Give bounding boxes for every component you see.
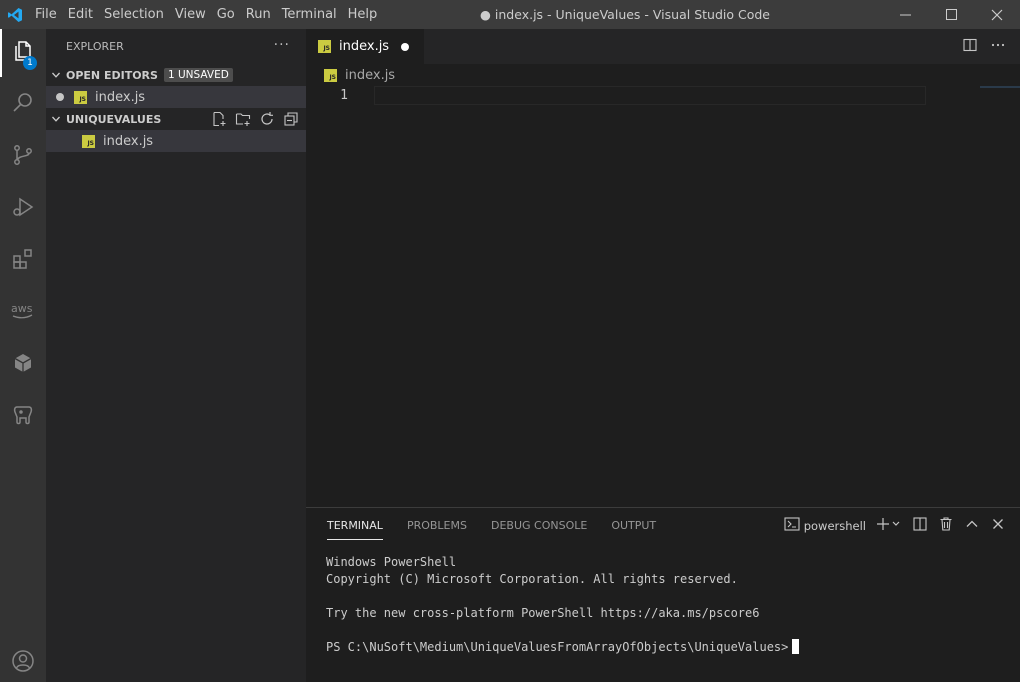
js-file-icon: JS bbox=[324, 68, 337, 82]
terminal-shell-selector[interactable]: powershell bbox=[784, 517, 866, 534]
open-editors-section[interactable]: OPEN EDITORS 1 UNSAVED bbox=[46, 64, 306, 86]
split-terminal-icon[interactable] bbox=[912, 516, 928, 535]
menu-terminal[interactable]: Terminal bbox=[277, 0, 342, 29]
folder-label: UNIQUEVALUES bbox=[66, 112, 162, 126]
accounts-activity-button[interactable] bbox=[0, 639, 46, 682]
explorer-badge: 1 bbox=[23, 56, 37, 70]
menu-run[interactable]: Run bbox=[241, 0, 276, 29]
source-control-activity-button[interactable] bbox=[0, 133, 46, 181]
refresh-icon[interactable] bbox=[258, 110, 276, 128]
menu-bar: File Edit Selection View Go Run Terminal… bbox=[30, 0, 383, 29]
postgres-elephant-icon bbox=[11, 403, 35, 431]
terminal-line: ​ bbox=[326, 588, 799, 605]
bottom-panel: TERMINAL PROBLEMS DEBUG CONSOLE OUTPUT p… bbox=[306, 507, 1020, 682]
terminal-icon bbox=[784, 517, 800, 534]
shell-name: powershell bbox=[803, 518, 866, 533]
new-folder-icon[interactable] bbox=[234, 110, 252, 128]
tab-label: index.js bbox=[339, 39, 390, 54]
cube-icon bbox=[11, 351, 35, 379]
search-icon bbox=[11, 91, 35, 119]
folder-file-item[interactable]: JS index.js bbox=[46, 130, 306, 152]
terminal-line: Try the new cross-platform PowerShell ht… bbox=[326, 606, 760, 620]
minimize-button[interactable] bbox=[882, 0, 928, 29]
menu-file[interactable]: File bbox=[30, 0, 62, 29]
close-window-button[interactable] bbox=[974, 0, 1020, 29]
new-file-icon[interactable] bbox=[210, 110, 228, 128]
aws-activity-button[interactable]: aws bbox=[0, 289, 46, 337]
terminal-prompt: PS C:\NuSoft\Medium\UniqueValuesFromArra… bbox=[326, 640, 789, 654]
menu-selection[interactable]: Selection bbox=[99, 0, 169, 29]
new-terminal-icon[interactable] bbox=[876, 516, 902, 535]
js-file-icon: JS bbox=[74, 90, 87, 104]
terminal-prompt-line: PS C:\NuSoft\Medium\UniqueValuesFromArra… bbox=[326, 639, 800, 656]
menu-help[interactable]: Help bbox=[343, 0, 383, 29]
more-actions-button[interactable]: ··· bbox=[274, 37, 290, 53]
open-editor-filename: index.js bbox=[95, 89, 146, 105]
run-debug-icon bbox=[11, 195, 35, 223]
tab-problems[interactable]: PROBLEMS bbox=[400, 508, 474, 543]
split-editor-icon[interactable] bbox=[962, 37, 978, 57]
explorer-header: EXPLORER ··· bbox=[46, 29, 306, 64]
breadcrumb-file[interactable]: index.js bbox=[345, 68, 395, 83]
extensions-activity-button[interactable] bbox=[0, 237, 46, 285]
panel-tabs: TERMINAL PROBLEMS DEBUG CONSOLE OUTPUT bbox=[320, 508, 673, 543]
trash-icon[interactable] bbox=[938, 516, 954, 535]
panel-actions: powershell bbox=[784, 508, 1006, 543]
terminal-line: Windows PowerShell bbox=[326, 555, 457, 569]
extensions-icon bbox=[11, 247, 35, 275]
database-activity-button[interactable] bbox=[0, 393, 46, 441]
explorer-sidebar: EXPLORER ··· OPEN EDITORS 1 UNSAVED JS i… bbox=[46, 29, 306, 682]
tab-index-js[interactable]: JS index.js bbox=[306, 29, 424, 64]
maximize-panel-icon[interactable] bbox=[964, 516, 980, 535]
editor-tab-bar: JS index.js bbox=[306, 29, 1020, 64]
collapse-all-icon[interactable] bbox=[282, 110, 300, 128]
terminal-line: Copyright (C) Microsoft Corporation. All… bbox=[326, 572, 738, 586]
account-icon bbox=[11, 649, 35, 677]
terminal-output[interactable]: Windows PowerShell Copyright (C) Microsof… bbox=[326, 554, 800, 656]
minimap-slider[interactable] bbox=[980, 86, 1020, 88]
unsaved-dot-icon[interactable] bbox=[401, 43, 409, 51]
code-editor[interactable]: 1 bbox=[306, 86, 1020, 507]
js-file-icon: JS bbox=[318, 40, 331, 53]
open-editors-label: OPEN EDITORS bbox=[66, 68, 158, 82]
tab-output[interactable]: OUTPUT bbox=[604, 508, 663, 543]
explorer-activity-button[interactable]: 1 bbox=[0, 29, 46, 77]
folder-filename: index.js bbox=[103, 133, 154, 149]
editor-actions bbox=[962, 29, 1006, 64]
menu-view[interactable]: View bbox=[170, 0, 211, 29]
run-debug-activity-button[interactable] bbox=[0, 185, 46, 233]
js-file-icon: JS bbox=[82, 134, 95, 148]
source-control-icon bbox=[11, 143, 35, 171]
line-number: 1 bbox=[340, 88, 348, 103]
folder-actions bbox=[210, 110, 300, 128]
maximize-button[interactable] bbox=[928, 0, 974, 29]
svg-text:aws: aws bbox=[11, 302, 33, 315]
unsaved-badge: 1 UNSAVED bbox=[163, 68, 233, 82]
breadcrumb: JS index.js bbox=[306, 64, 1020, 86]
vscode-logo-icon bbox=[0, 0, 30, 29]
search-activity-button[interactable] bbox=[0, 81, 46, 129]
menu-go[interactable]: Go bbox=[212, 0, 240, 29]
current-line-highlight bbox=[374, 86, 926, 105]
chevron-down-icon bbox=[46, 70, 66, 80]
terminal-cursor bbox=[792, 639, 800, 654]
chevron-down-icon bbox=[46, 114, 66, 124]
close-panel-icon[interactable] bbox=[990, 516, 1006, 535]
activity-bar: 1 aws bbox=[0, 29, 46, 682]
aws-icon: aws bbox=[10, 299, 36, 327]
tab-terminal[interactable]: TERMINAL bbox=[320, 508, 390, 543]
cube-activity-button[interactable] bbox=[0, 341, 46, 389]
title-bar: File Edit Selection View Go Run Terminal… bbox=[0, 0, 1020, 29]
open-editor-item[interactable]: JS index.js bbox=[46, 86, 306, 108]
more-actions-icon[interactable] bbox=[990, 37, 1006, 57]
terminal-line: ​ bbox=[326, 622, 799, 639]
tab-debug-console[interactable]: DEBUG CONSOLE bbox=[484, 508, 594, 543]
explorer-title: EXPLORER bbox=[66, 40, 124, 53]
menu-edit[interactable]: Edit bbox=[63, 0, 98, 29]
folder-section[interactable]: UNIQUEVALUES bbox=[46, 108, 306, 130]
window-controls bbox=[882, 0, 1020, 29]
unsaved-dot-icon[interactable] bbox=[56, 93, 64, 101]
